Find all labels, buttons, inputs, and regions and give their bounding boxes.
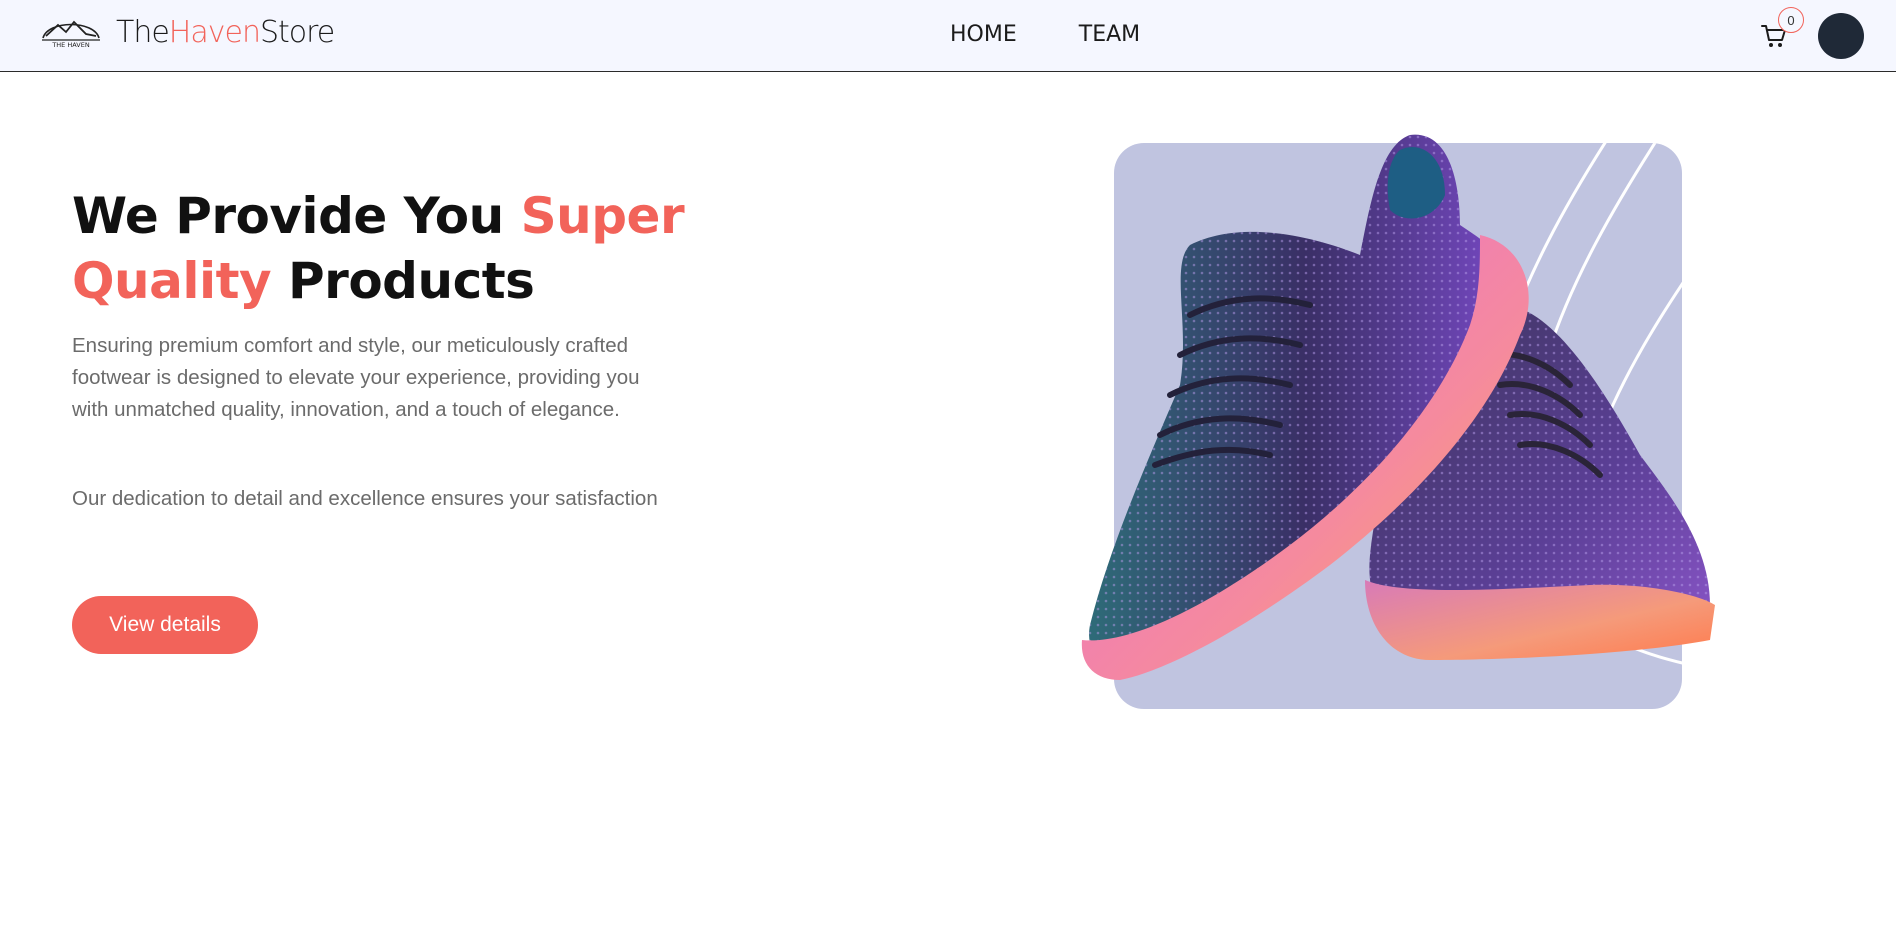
cart-count-badge: 0 [1778,7,1804,33]
brand-part-2: Haven [168,14,261,50]
brand-part-3: Store [259,14,335,50]
main-nav: HOME TEAM [950,22,1140,47]
hero-heading: We Provide You Super Quality Products [72,184,692,314]
mountain-logo-icon: THE HAVEN [42,20,100,49]
brand-part-1: The [116,14,170,50]
logo-caption: THE HAVEN [51,41,90,49]
heading-accent-2: Quality [72,252,272,310]
heading-text-1: We Provide You [72,187,521,245]
user-avatar[interactable] [1818,13,1864,59]
sneakers-product-image [1081,134,1715,709]
nav-link-home[interactable]: HOME [950,22,1017,47]
nav-link-team[interactable]: TEAM [1079,22,1140,47]
view-details-button[interactable]: View details [72,596,258,654]
brand-name: TheHavenStore [116,14,335,50]
hero-subdescription: Our dedication to detail and excellence … [72,487,658,510]
heading-accent-1: Super [520,187,685,245]
navbar: THE HAVEN TheHavenStore HOME TEAM 0 [0,0,1896,72]
hero-description: Ensuring premium comfort and style, our … [72,334,640,421]
heading-text-2: Products [271,252,535,310]
logo[interactable]: THE HAVEN TheHavenStore [40,14,335,50]
